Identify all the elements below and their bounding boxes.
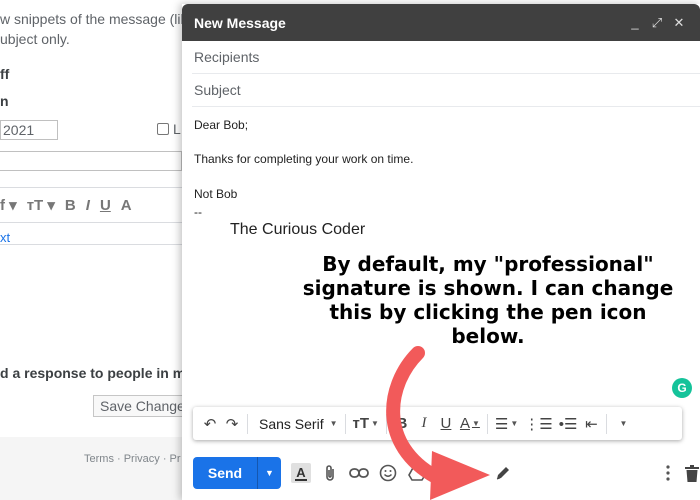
link[interactable]: xt xyxy=(0,230,10,245)
annotation-arrow-icon xyxy=(386,346,490,500)
font-family-select[interactable]: Sans Serif ▼ xyxy=(252,411,341,437)
signature-separator: -- xyxy=(194,205,202,219)
formatting-options-icon[interactable]: A xyxy=(289,461,313,485)
bold-icon[interactable]: B xyxy=(65,197,76,214)
send-button[interactable]: Send ▼ xyxy=(193,457,281,489)
insert-link-icon[interactable] xyxy=(347,461,371,485)
footer-area xyxy=(0,437,182,500)
font-family-label: Sans Serif xyxy=(259,415,324,432)
svg-text:A: A xyxy=(296,465,306,480)
minimize-icon[interactable]: _ xyxy=(624,15,646,30)
snippet-text-2: ubject only. xyxy=(0,31,70,47)
setting-label-off: ff xyxy=(0,66,10,82)
text-color-icon[interactable]: A xyxy=(121,197,132,214)
delete-icon[interactable] xyxy=(680,461,700,485)
signature-pen-icon[interactable] xyxy=(491,461,515,485)
chevron-down-icon: ▼ xyxy=(329,419,338,428)
setting-label-on: n xyxy=(0,93,9,109)
divider xyxy=(247,413,248,434)
checkbox-label: L xyxy=(173,121,181,137)
body-greeting[interactable]: Dear Bob; xyxy=(194,118,248,132)
font-size-icon[interactable]: ᴛT ▾ xyxy=(27,196,55,214)
divider xyxy=(606,413,608,434)
indent-less-icon[interactable]: ⇤ xyxy=(580,411,602,437)
save-changes-button[interactable]: Save Changes xyxy=(93,395,192,417)
divider xyxy=(0,244,182,245)
footer-links[interactable]: Terms · Privacy · Pr xyxy=(84,453,181,465)
annotation-line: By default, my "professional" xyxy=(322,252,654,276)
body-line[interactable]: Thanks for completing your work on time. xyxy=(194,152,413,166)
compose-title: New Message xyxy=(194,14,286,31)
snippet-text-1: w snippets of the message (like xyxy=(0,11,196,27)
recipients-field[interactable]: Recipients xyxy=(192,41,700,74)
schedule-send-icon[interactable]: ▼ xyxy=(258,468,281,478)
grammarly-icon[interactable]: G xyxy=(672,378,692,398)
chevron-down-icon: ▼ xyxy=(619,419,628,428)
attach-icon[interactable] xyxy=(318,461,342,485)
fullscreen-icon[interactable]: ⤢ xyxy=(646,15,668,31)
annotation-line: this by clicking the pen icon xyxy=(329,300,647,324)
body-closing[interactable]: Not Bob xyxy=(194,187,237,201)
chevron-down-icon: ▼ xyxy=(510,419,519,428)
numbered-list-icon[interactable]: ⋮☰ xyxy=(521,411,555,437)
compose-header: New Message _ ⤢ ✕ xyxy=(182,4,700,41)
bulleted-list-icon[interactable]: •☰ xyxy=(556,411,581,437)
subject-placeholder: Subject xyxy=(194,82,241,98)
divider xyxy=(0,187,182,188)
font-caret-icon[interactable]: f ▾ xyxy=(0,196,17,214)
italic-icon[interactable]: I xyxy=(86,197,90,214)
divider xyxy=(0,222,182,223)
divider xyxy=(344,413,346,434)
redo-icon[interactable]: ↷ xyxy=(221,411,243,437)
text-input[interactable] xyxy=(0,151,182,171)
annotation-line: signature is shown. I can change xyxy=(302,276,674,300)
underline-icon[interactable]: U xyxy=(100,197,111,214)
signature-text[interactable]: The Curious Coder xyxy=(230,221,365,239)
annotation-callout: By default, my "professional" signature … xyxy=(292,252,684,348)
undo-icon[interactable]: ↶ xyxy=(199,411,221,437)
send-label: Send xyxy=(207,465,243,481)
checkbox[interactable] xyxy=(157,123,169,135)
date-field[interactable]: 2021 xyxy=(0,120,58,140)
close-icon[interactable]: ✕ xyxy=(668,15,690,31)
signature-toolbar: f ▾ ᴛT ▾ B I U A xyxy=(0,192,182,218)
subject-field[interactable]: Subject xyxy=(192,74,700,107)
more-formatting-icon[interactable]: ▼ xyxy=(611,411,633,437)
auto-reply-label: d a response to people in my C xyxy=(0,365,207,381)
recipients-placeholder: Recipients xyxy=(194,49,260,65)
more-options-icon[interactable] xyxy=(656,461,680,485)
